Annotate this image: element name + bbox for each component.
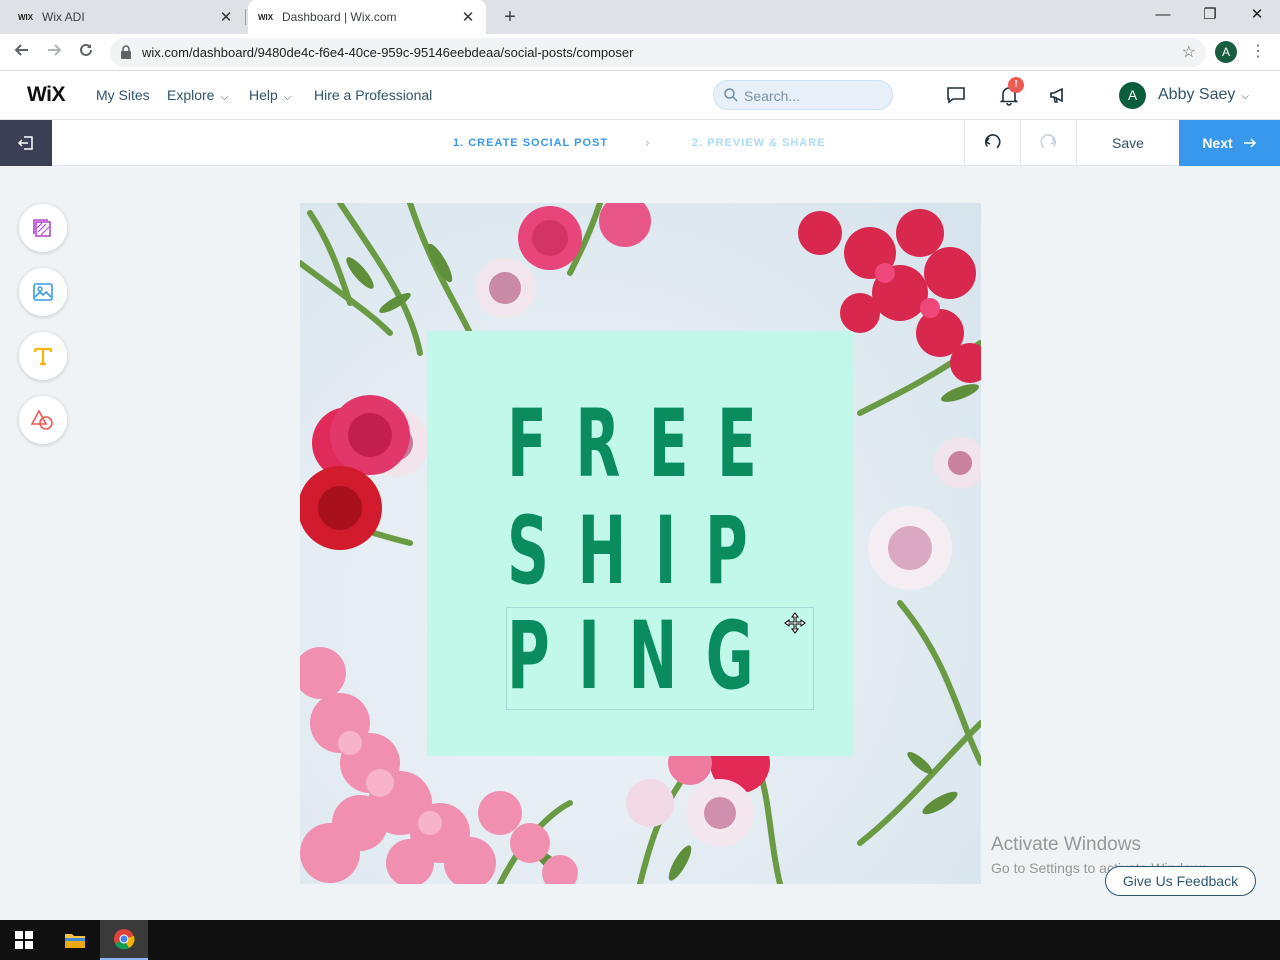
wix-favicon-icon: WIX xyxy=(258,12,274,22)
file-explorer-icon[interactable] xyxy=(51,920,99,960)
shapes-icon xyxy=(30,409,53,430)
chevron-down-icon: ⌵ xyxy=(220,92,229,103)
composer-toolbar: 1. CREATE SOCIAL POST › 2. PREVIEW & SHA… xyxy=(0,120,1280,166)
wix-top-bar: WiX My Sites Explore ⌵ Help ⌵ Hire a Profe… xyxy=(0,71,1280,120)
nav-label: My Sites xyxy=(96,87,150,103)
exit-icon xyxy=(17,136,33,150)
nav-hire-professional[interactable]: Hire a Professional xyxy=(314,87,432,103)
tab-divider xyxy=(245,9,246,25)
chrome-taskbar-icon[interactable] xyxy=(100,920,148,960)
reload-icon[interactable] xyxy=(74,41,98,65)
user-name: Abby Saey xyxy=(1158,86,1236,103)
headline-line-1[interactable]: FREE xyxy=(507,398,785,492)
chat-icon[interactable] xyxy=(944,83,968,107)
nav-explore[interactable]: Explore ⌵ xyxy=(167,87,228,103)
url-bar[interactable]: wix.com/dashboard/9480de4c-f6e4-40ce-959… xyxy=(110,38,1206,67)
layouts-tool-button[interactable] xyxy=(19,204,67,252)
shapes-tool-button[interactable] xyxy=(19,396,67,444)
redo-icon[interactable] xyxy=(1036,131,1060,155)
lock-icon xyxy=(121,45,131,59)
maximize-button[interactable]: ❐ xyxy=(1187,0,1233,30)
nav-label: Help xyxy=(249,87,278,103)
nav-label: Explore xyxy=(167,87,215,103)
move-cursor-icon xyxy=(784,612,806,634)
tab-close-icon[interactable]: ✕ xyxy=(218,8,234,26)
search-placeholder: Search... xyxy=(744,88,801,104)
kebab-menu-icon[interactable]: ⋮ xyxy=(1250,40,1266,64)
toolbar-divider xyxy=(964,120,965,166)
give-feedback-button[interactable]: Give Us Feedback xyxy=(1105,866,1256,896)
search-input[interactable]: Search... xyxy=(713,80,893,110)
save-button[interactable]: Save xyxy=(1112,135,1144,151)
browser-tab-wix-adi[interactable]: WIX Wix ADI ✕ xyxy=(8,0,244,34)
text-tool-button[interactable] xyxy=(19,332,67,380)
undo-icon[interactable] xyxy=(981,131,1005,155)
selected-text-frame[interactable] xyxy=(506,607,814,710)
bookmark-star-icon[interactable]: ☆ xyxy=(1182,42,1196,62)
tab-title: Dashboard | Wix.com xyxy=(282,10,397,24)
headline-line-2[interactable]: SHIP xyxy=(507,505,776,599)
activate-title: Activate Windows xyxy=(991,834,1141,855)
wix-logo[interactable]: WiX xyxy=(27,83,65,107)
browser-tab-dashboard[interactable]: WIX Dashboard | Wix.com ✕ xyxy=(248,0,486,34)
browser-tab-bar: WIX Wix ADI ✕ WIX Dashboard | Wix.com ✕ … xyxy=(0,0,1280,34)
url-text: wix.com/dashboard/9480de4c-f6e4-40ce-959… xyxy=(142,45,634,60)
next-label: Next xyxy=(1202,135,1233,151)
notification-badge: ! xyxy=(1008,77,1024,93)
toolbar-divider xyxy=(1076,120,1077,166)
windows-start-icon[interactable] xyxy=(0,920,48,960)
user-avatar[interactable]: A xyxy=(1119,82,1146,109)
chevron-down-icon: ⌵ xyxy=(1241,91,1249,102)
step-preview-share[interactable]: 2. PREVIEW & SHARE xyxy=(692,137,826,149)
image-tool-button[interactable] xyxy=(19,268,67,316)
search-icon xyxy=(724,88,738,102)
nav-label: Hire a Professional xyxy=(314,87,433,103)
nav-help[interactable]: Help ⌵ xyxy=(249,87,291,103)
layouts-icon xyxy=(33,219,51,237)
user-menu[interactable]: Abby Saey ⌵ xyxy=(1158,86,1249,104)
chevron-down-icon: ⌵ xyxy=(283,92,292,103)
step-create-social-post[interactable]: 1. CREATE SOCIAL POST xyxy=(453,137,608,149)
tab-title: Wix ADI xyxy=(42,10,85,24)
nav-my-sites[interactable]: My Sites xyxy=(96,87,150,103)
windows-taskbar xyxy=(0,920,1280,960)
new-tab-button[interactable]: + xyxy=(498,5,522,29)
back-arrow-icon[interactable] xyxy=(10,41,34,65)
toolbar-divider xyxy=(1020,120,1021,166)
step-separator: › xyxy=(645,134,650,150)
exit-composer-button[interactable] xyxy=(0,120,52,166)
browser-profile-avatar[interactable]: A xyxy=(1215,41,1237,63)
minimize-button[interactable]: — xyxy=(1140,0,1186,30)
image-icon xyxy=(33,283,53,301)
forward-arrow-icon[interactable] xyxy=(42,41,66,65)
arrow-right-icon xyxy=(1243,138,1256,148)
next-button[interactable]: Next xyxy=(1179,120,1280,166)
megaphone-icon[interactable] xyxy=(1047,83,1071,107)
text-icon xyxy=(33,347,53,366)
window-close-button[interactable]: ✕ xyxy=(1234,0,1280,30)
address-bar: wix.com/dashboard/9480de4c-f6e4-40ce-959… xyxy=(0,34,1280,71)
wix-favicon-icon: WIX xyxy=(18,12,34,22)
tab-close-icon[interactable]: ✕ xyxy=(460,8,476,26)
